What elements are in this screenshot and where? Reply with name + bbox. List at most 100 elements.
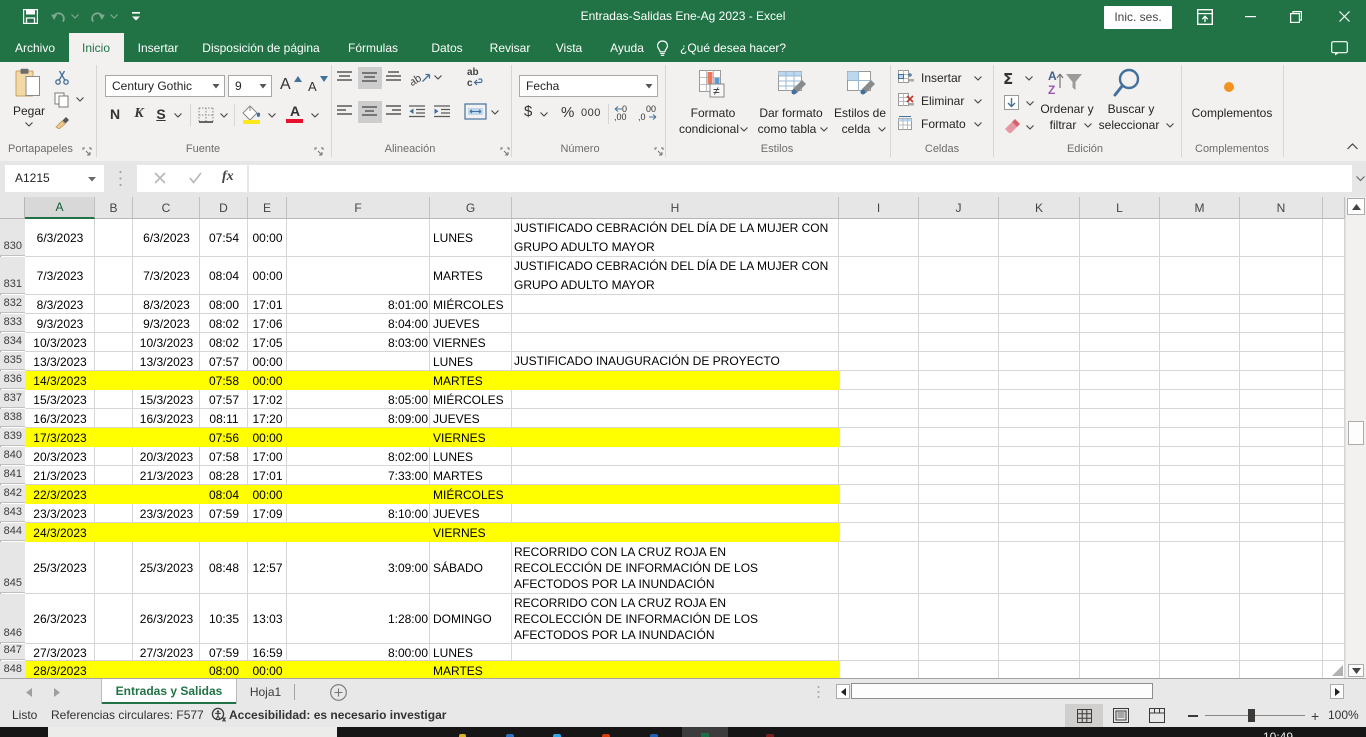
minimize-button[interactable] bbox=[1228, 0, 1272, 33]
undo-button[interactable] bbox=[51, 10, 66, 32]
cell-E834[interactable]: 17:05 bbox=[248, 333, 287, 352]
cell-G830[interactable]: LUNES bbox=[430, 219, 512, 257]
cell-C830[interactable]: 6/3/2023 bbox=[133, 219, 200, 257]
font-color-dropdown-icon[interactable] bbox=[311, 113, 319, 118]
merge-dropdown-icon[interactable] bbox=[491, 110, 499, 115]
format-painter-button[interactable] bbox=[54, 114, 72, 130]
column-header-I[interactable]: I bbox=[839, 197, 919, 219]
align-top-button[interactable] bbox=[337, 71, 353, 85]
cell-C832[interactable]: 8/3/2023 bbox=[133, 295, 200, 314]
row-header-847[interactable]: 847 bbox=[0, 644, 25, 660]
fill-button[interactable] bbox=[1004, 95, 1034, 112]
row-header-836[interactable]: 836 bbox=[0, 371, 25, 389]
vertical-scroll-thumb[interactable] bbox=[1348, 421, 1364, 445]
row-header-839[interactable]: 839 bbox=[0, 428, 25, 446]
wrap-text-button[interactable]: ab c bbox=[466, 66, 488, 90]
formula-bar-expand-icon[interactable] bbox=[1356, 176, 1365, 182]
sheet-nav-prev-button[interactable] bbox=[20, 679, 38, 705]
decrease-decimal-button[interactable]: ,000 bbox=[638, 104, 658, 124]
save-button[interactable] bbox=[23, 9, 38, 31]
hscroll-left-button[interactable] bbox=[836, 684, 850, 699]
column-header-K[interactable]: K bbox=[999, 197, 1080, 219]
cell-G840[interactable]: LUNES bbox=[430, 447, 512, 466]
column-header-F[interactable]: F bbox=[287, 197, 430, 219]
row-header-837[interactable]: 837 bbox=[0, 390, 25, 408]
cell-D847[interactable]: 07:59 bbox=[200, 644, 248, 661]
cell-C845[interactable]: 25/3/2023 bbox=[133, 542, 200, 594]
ribbon-tab-revisar[interactable]: Revisar bbox=[482, 35, 538, 62]
close-button[interactable] bbox=[1322, 0, 1366, 33]
underline-dropdown-icon[interactable] bbox=[174, 113, 182, 118]
row-header-841[interactable]: 841 bbox=[0, 466, 25, 484]
cell-C837[interactable]: 15/3/2023 bbox=[133, 390, 200, 409]
cell-E848[interactable]: 00:00 bbox=[248, 661, 287, 678]
cell-E838[interactable]: 17:20 bbox=[248, 409, 287, 428]
row-header-835[interactable]: 835 bbox=[0, 352, 25, 370]
cell-D833[interactable]: 08:02 bbox=[200, 314, 248, 333]
cell-G843[interactable]: JUEVES bbox=[430, 504, 512, 523]
cell-G835[interactable]: LUNES bbox=[430, 352, 512, 371]
cell-E833[interactable]: 17:06 bbox=[248, 314, 287, 333]
cell-D830[interactable]: 07:54 bbox=[200, 219, 248, 257]
column-header-A[interactable]: A bbox=[25, 197, 95, 219]
cell-E840[interactable]: 17:00 bbox=[248, 447, 287, 466]
row-header-840[interactable]: 840 bbox=[0, 447, 25, 465]
cell-G832[interactable]: MIÉRCOLES bbox=[430, 295, 512, 314]
cell-G831[interactable]: MARTES bbox=[430, 257, 512, 295]
clipboard-dialog-launcher[interactable] bbox=[82, 144, 94, 156]
cell-G833[interactable]: JUEVES bbox=[430, 314, 512, 333]
cell-A841[interactable]: 21/3/2023 bbox=[25, 466, 95, 485]
cell-E835[interactable]: 00:00 bbox=[248, 352, 287, 371]
horizontal-scroll-thumb[interactable] bbox=[851, 683, 1153, 699]
restore-button[interactable] bbox=[1274, 0, 1318, 33]
qat-customize-button[interactable] bbox=[131, 11, 141, 33]
clear-button[interactable] bbox=[1004, 119, 1034, 136]
cell-A840[interactable]: 20/3/2023 bbox=[25, 447, 95, 466]
ribbon-tab-ayuda[interactable]: Ayuda bbox=[602, 35, 652, 62]
cell-C840[interactable]: 20/3/2023 bbox=[133, 447, 200, 466]
insert-cells-button[interactable]: Insertar bbox=[898, 70, 988, 87]
cell-D836[interactable]: 07:58 bbox=[200, 371, 248, 390]
cell-H831[interactable]: JUSTIFICADO CEBRACIÓN DEL DÍA DE LA MUJE… bbox=[514, 257, 839, 295]
copy-button[interactable] bbox=[54, 92, 72, 108]
row-header-846[interactable]: 846 bbox=[0, 594, 25, 643]
row-header-848[interactable]: 848 bbox=[0, 661, 25, 678]
cell-F832[interactable]: 8:01:00 bbox=[287, 295, 430, 314]
new-sheet-button[interactable] bbox=[328, 682, 348, 702]
paste-button[interactable]: Pegar bbox=[8, 66, 50, 138]
increase-indent-button[interactable] bbox=[434, 105, 451, 119]
align-middle-button[interactable] bbox=[358, 67, 382, 89]
cell-H835[interactable]: JUSTIFICADO INAUGURACIÓN DE PROYECTO bbox=[514, 352, 839, 371]
cell-A837[interactable]: 15/3/2023 bbox=[25, 390, 95, 409]
taskbar-active-app[interactable] bbox=[682, 727, 728, 737]
cell-E837[interactable]: 17:02 bbox=[248, 390, 287, 409]
decrease-font-button[interactable]: A bbox=[308, 78, 332, 98]
cell-D839[interactable]: 07:56 bbox=[200, 428, 248, 447]
sheet-tab-hoja1[interactable]: Hoja1 bbox=[237, 679, 294, 705]
redo-button[interactable] bbox=[90, 10, 105, 32]
cell-D837[interactable]: 07:57 bbox=[200, 390, 248, 409]
scroll-up-button[interactable] bbox=[1347, 198, 1365, 215]
cell-E847[interactable]: 16:59 bbox=[248, 644, 287, 661]
row-header-831[interactable]: 831 bbox=[0, 257, 25, 294]
enter-icon[interactable] bbox=[189, 172, 202, 184]
ribbon-tab-archivo[interactable]: Archivo bbox=[8, 35, 63, 62]
cell-D832[interactable]: 08:00 bbox=[200, 295, 248, 314]
cell-H830[interactable]: JUSTIFICADO CEBRACIÓN DEL DÍA DE LA MUJE… bbox=[514, 219, 839, 257]
sort-filter-label1[interactable]: Ordenar y bbox=[1038, 102, 1096, 116]
cell-G848[interactable]: MARTES bbox=[430, 661, 512, 678]
align-bottom-button[interactable] bbox=[386, 71, 402, 85]
cell-F841[interactable]: 7:33:00 bbox=[287, 466, 430, 485]
cell-C833[interactable]: 9/3/2023 bbox=[133, 314, 200, 333]
cell-G837[interactable]: MIÉRCOLES bbox=[430, 390, 512, 409]
merge-center-button[interactable] bbox=[464, 103, 488, 121]
zoom-level[interactable]: 100% bbox=[1328, 708, 1359, 722]
row-header-845[interactable]: 845 bbox=[0, 542, 25, 593]
cell-E846[interactable]: 13:03 bbox=[248, 594, 287, 644]
increase-font-button[interactable]: A bbox=[280, 76, 304, 96]
zoom-out-button[interactable] bbox=[1188, 715, 1198, 717]
comma-style-button[interactable]: 000 bbox=[581, 107, 603, 123]
font-color-button[interactable]: A bbox=[284, 103, 306, 125]
cell-A838[interactable]: 16/3/2023 bbox=[25, 409, 95, 428]
cell-E839[interactable]: 00:00 bbox=[248, 428, 287, 447]
